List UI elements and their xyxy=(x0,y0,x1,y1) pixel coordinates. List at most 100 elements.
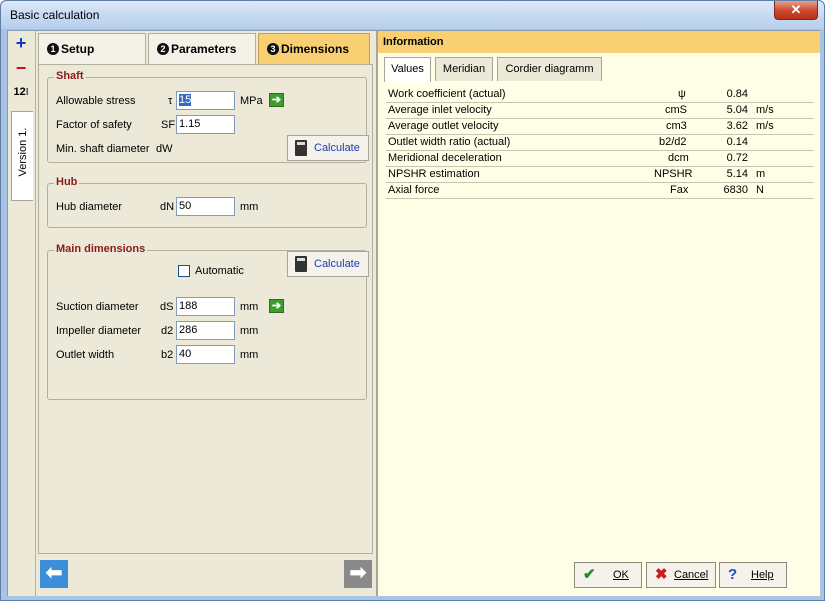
input-panel: 1 Setup 2 Parameters 3 Dimensions Shaft … xyxy=(36,31,376,596)
remove-version-button[interactable]: − xyxy=(10,58,32,78)
row-symbol: NPSHR xyxy=(654,168,693,180)
previous-arrow-icon[interactable]: ⬅ xyxy=(40,560,68,588)
outlet-width-unit: mm xyxy=(240,349,259,361)
hub-diameter-input[interactable]: 50 xyxy=(176,197,235,216)
automatic-label: Automatic xyxy=(195,265,244,277)
stress-symbol: τ xyxy=(168,95,173,107)
outlet-width-symbol: b2 xyxy=(161,349,174,361)
shaft-group: Shaft Allowable stress τ 15 MPa ➔ Factor… xyxy=(47,70,369,163)
version-tab[interactable]: Version 1. xyxy=(11,111,33,201)
row-value: 3.62 xyxy=(726,120,748,132)
calculator-icon xyxy=(295,256,307,272)
safety-factor-symbol: SF xyxy=(161,119,176,131)
safety-factor-input[interactable]: 1.15 xyxy=(176,115,235,134)
cancel-label: Cancel xyxy=(674,569,709,581)
row-value: 5.14 xyxy=(726,168,748,180)
calculator-icon xyxy=(295,140,307,156)
row-symbol: b2/d2 xyxy=(659,136,687,148)
impeller-diameter-unit: mm xyxy=(240,325,259,337)
row-label: NPSHR estimation xyxy=(388,168,480,180)
suction-diameter-symbol: dS xyxy=(160,301,174,313)
tab-dimensions[interactable]: 3 Dimensions xyxy=(258,33,370,64)
row-symbol: ψ xyxy=(678,88,686,100)
cancel-x-icon: ✖ xyxy=(655,566,668,583)
apply-stress-arrow-icon[interactable]: ➔ xyxy=(269,93,284,107)
tab-setup[interactable]: 1 Setup xyxy=(38,33,146,64)
next-arrow-icon[interactable]: ➡ xyxy=(344,560,372,588)
impeller-diameter-label: Impeller diameter xyxy=(56,325,141,337)
step-3-icon: 3 xyxy=(267,43,279,55)
table-row: Outlet width ratio (actual) b2/d2 0.14 xyxy=(386,135,814,151)
row-value: 0.14 xyxy=(726,136,748,148)
outlet-width-label: Outlet width xyxy=(56,349,115,361)
dialog-window: Basic calculation ✕ + − 12I Version 1. 1… xyxy=(0,0,825,601)
text-cursor-icon: I xyxy=(25,87,29,98)
table-row: Work coefficient (actual) ψ 0.84 xyxy=(386,87,814,103)
row-symbol: cmS xyxy=(665,104,687,116)
information-header: Information xyxy=(378,31,820,53)
tab-parameters[interactable]: 2 Parameters xyxy=(148,33,256,64)
automatic-checkbox[interactable] xyxy=(178,265,190,277)
apply-suction-arrow-icon[interactable]: ➔ xyxy=(269,299,284,313)
table-row: Average inlet velocity cmS 5.04 m/s xyxy=(386,103,814,119)
suction-diameter-input[interactable]: 188 xyxy=(176,297,235,316)
help-label: Help xyxy=(751,569,774,581)
tab-cordier-diagram[interactable]: Cordier diagramm xyxy=(497,57,602,81)
help-button[interactable]: ? Help xyxy=(719,562,787,588)
help-question-icon: ? xyxy=(728,566,738,583)
add-version-button[interactable]: + xyxy=(10,33,32,53)
row-label: Outlet width ratio (actual) xyxy=(388,136,511,148)
table-row: Meridional deceleration dcm 0.72 xyxy=(386,151,814,167)
hub-group: Hub Hub diameter dN 50 mm xyxy=(47,176,367,228)
numbering-button[interactable]: 12I xyxy=(10,82,32,102)
row-symbol: Fax xyxy=(670,184,689,196)
shaft-calculate-label: Calculate xyxy=(314,142,360,154)
row-value: 5.04 xyxy=(726,104,748,116)
tab-setup-label: Setup xyxy=(61,42,95,56)
tab-parameters-label: Parameters xyxy=(171,42,237,56)
main-dimensions-title: Main dimensions xyxy=(54,243,148,255)
close-button[interactable]: ✕ xyxy=(774,1,818,20)
step-2-icon: 2 xyxy=(157,43,169,55)
shaft-calculate-button[interactable]: Calculate xyxy=(287,135,369,161)
dimensions-content: Shaft Allowable stress τ 15 MPa ➔ Factor… xyxy=(38,64,373,554)
table-row: Axial force Fax 6830 N xyxy=(386,183,814,199)
title-bar: Basic calculation ✕ xyxy=(1,1,824,29)
ok-label: OK xyxy=(613,569,629,581)
main-calculate-label: Calculate xyxy=(314,258,360,270)
version-toolbar: + − 12I Version 1. xyxy=(8,31,36,596)
version-tab-label: Version 1. xyxy=(17,127,29,177)
hub-diameter-symbol: dN xyxy=(160,201,175,213)
shaft-group-title: Shaft xyxy=(54,70,86,82)
row-symbol: dcm xyxy=(668,152,689,164)
stress-unit: MPa xyxy=(240,95,263,107)
hub-diameter-label: Hub diameter xyxy=(56,201,123,213)
checkmark-icon: ✔ xyxy=(583,566,596,583)
table-row: Average outlet velocity cm3 3.62 m/s xyxy=(386,119,814,135)
tab-meridian[interactable]: Meridian xyxy=(435,57,493,81)
table-row: NPSHR estimation NPSHR 5.14 m xyxy=(386,167,814,183)
row-value: 6830 xyxy=(723,184,748,196)
hub-group-title: Hub xyxy=(54,176,80,188)
row-label: Work coefficient (actual) xyxy=(388,88,506,100)
row-symbol: cm3 xyxy=(666,120,687,132)
row-unit: m/s xyxy=(756,104,774,116)
main-calculate-button[interactable]: Calculate xyxy=(287,251,369,277)
main-dimensions-group: Main dimensions Automatic Calculate Suct… xyxy=(47,243,369,400)
impeller-diameter-input[interactable]: 286 xyxy=(176,321,235,340)
safety-factor-label: Factor of safety xyxy=(56,119,132,131)
outlet-width-input[interactable]: 40 xyxy=(176,345,235,364)
cancel-button[interactable]: ✖ Cancel xyxy=(646,562,716,588)
numbering-label: 12 xyxy=(13,86,26,98)
row-value: 0.84 xyxy=(726,88,748,100)
row-unit: m xyxy=(756,168,766,180)
ok-button[interactable]: ✔ OK xyxy=(574,562,642,588)
min-shaft-diameter-label: Min. shaft diameter xyxy=(56,143,150,155)
tab-values[interactable]: Values xyxy=(384,57,431,82)
row-unit: m/s xyxy=(756,120,774,132)
suction-diameter-unit: mm xyxy=(240,301,259,313)
row-label: Axial force xyxy=(388,184,440,196)
hub-diameter-unit: mm xyxy=(240,201,259,213)
window-title: Basic calculation xyxy=(10,8,100,22)
allowable-stress-input[interactable]: 15 xyxy=(176,91,235,110)
